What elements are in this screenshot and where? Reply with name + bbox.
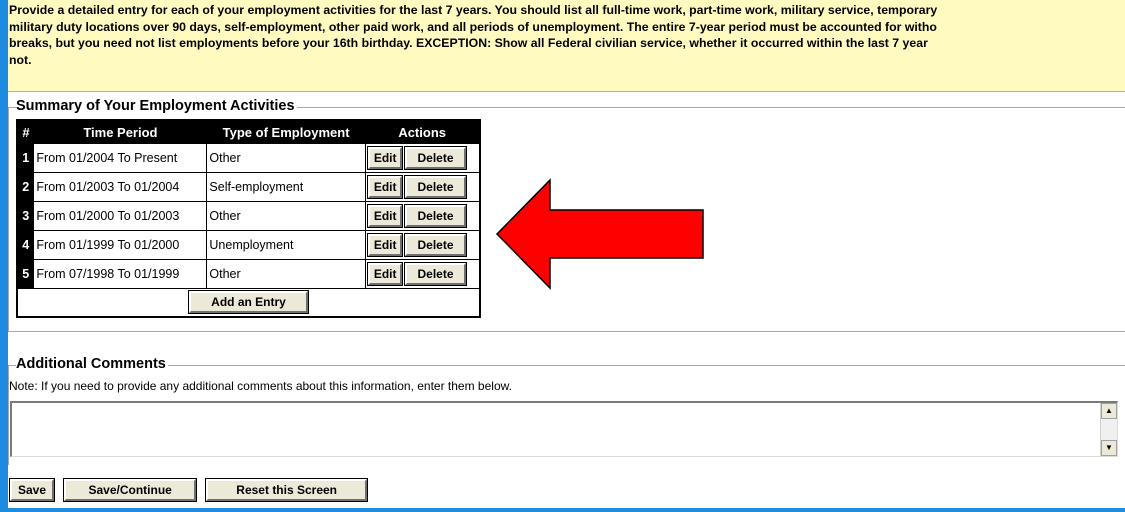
actions-cell: Edit Delete (364, 230, 481, 260)
delete-button[interactable]: Delete (404, 204, 467, 228)
summary-fieldset-left-rule (8, 107, 9, 331)
employment-type-cell: Self-employment (206, 172, 366, 202)
edit-button[interactable]: Edit (366, 233, 404, 257)
row-number: 2 (16, 172, 35, 202)
form-actions: Save Save/Continue Reset this Screen (8, 478, 373, 502)
summary-fieldset-bottom-rule (8, 331, 1125, 332)
reset-screen-button[interactable]: Reset this Screen (205, 478, 369, 502)
employment-table: # Time Period Type of Employment Actions… (16, 119, 481, 318)
employment-type-cell: Other (206, 201, 366, 231)
column-header-time-period: Time Period (33, 120, 207, 144)
comments-legend: Additional Comments (16, 356, 168, 372)
employment-type-cell: Other (206, 143, 366, 173)
textarea-scrollbar[interactable]: ▲ ▼ (1100, 403, 1117, 456)
employment-type-cell: Unemployment (206, 230, 366, 260)
time-period-cell: From 01/1999 To 01/2000 (33, 230, 208, 260)
row-number: 3 (16, 201, 35, 231)
table-row: 2 From 01/2003 To 01/2004 Self-employmen… (16, 172, 481, 202)
table-row: 1 From 01/2004 To Present Other Edit Dele… (16, 143, 481, 173)
time-period-cell: From 01/2000 To 01/2003 (33, 201, 208, 231)
column-header-type: Type of Employment (206, 120, 366, 144)
delete-button[interactable]: Delete (404, 146, 467, 170)
edit-button[interactable]: Edit (366, 204, 404, 228)
edit-button[interactable]: Edit (366, 262, 404, 286)
time-period-cell: From 01/2004 To Present (33, 143, 208, 173)
column-header-number: # (17, 120, 34, 144)
comments-textarea[interactable]: ▲ ▼ (10, 401, 1118, 457)
time-period-cell: From 07/1998 To 01/1999 (33, 259, 208, 289)
save-continue-button[interactable]: Save/Continue (63, 478, 197, 502)
actions-cell: Edit Delete (364, 259, 481, 289)
comments-note: Note: If you need to provide any additio… (9, 379, 512, 393)
instructions-text: Provide a detailed entry for each of you… (8, 0, 1125, 92)
table-row: 3 From 01/2000 To 01/2003 Other Edit Dele… (16, 201, 481, 231)
save-button[interactable]: Save (8, 478, 56, 502)
scroll-down-icon[interactable]: ▼ (1101, 440, 1117, 456)
actions-cell: Edit Delete (364, 143, 481, 173)
comments-fieldset-rule (8, 365, 1125, 366)
table-row: 5 From 07/1998 To 01/1999 Other Edit Dele… (16, 259, 481, 289)
time-period-cell: From 01/2003 To 01/2004 (33, 172, 208, 202)
add-entry-cell: Add an Entry (16, 288, 481, 317)
actions-cell: Edit Delete (364, 201, 481, 231)
employment-type-cell: Other (206, 259, 366, 289)
form-frame: Provide a detailed entry for each of you… (0, 0, 1125, 512)
arrow-shape (495, 178, 704, 290)
delete-button[interactable]: Delete (404, 233, 467, 257)
row-number: 5 (16, 259, 35, 289)
add-entry-row: Add an Entry (16, 288, 481, 317)
scroll-up-icon[interactable]: ▲ (1101, 403, 1117, 419)
delete-button[interactable]: Delete (404, 262, 467, 286)
actions-cell: Edit Delete (364, 172, 481, 202)
add-entry-button[interactable]: Add an Entry (188, 290, 309, 315)
table-header-row: # Time Period Type of Employment Actions (17, 120, 480, 144)
summary-legend: Summary of Your Employment Activities (16, 98, 297, 114)
table-row: 4 From 01/1999 To 01/2000 Unemployment E… (16, 230, 481, 260)
left-arrow-icon (495, 178, 704, 290)
edit-button[interactable]: Edit (366, 146, 404, 170)
row-number: 4 (16, 230, 35, 260)
delete-button[interactable]: Delete (404, 175, 467, 199)
edit-button[interactable]: Edit (366, 175, 404, 199)
row-number: 1 (16, 143, 35, 173)
column-header-actions: Actions (365, 120, 480, 144)
